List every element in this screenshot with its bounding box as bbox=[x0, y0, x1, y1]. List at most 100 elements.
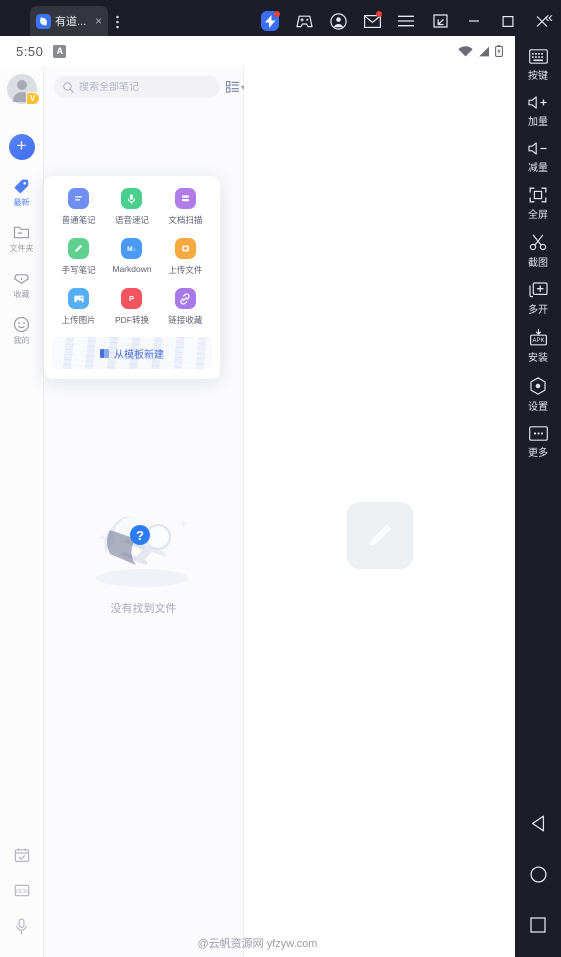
new-note-label: 上传文件 bbox=[168, 265, 203, 275]
sidebar-item-label: 收藏 bbox=[13, 290, 30, 299]
new-note-grid: 普通笔记 语音速记 文档扫描 手写笔记 M↓ Markdown 上传文件 上传图… bbox=[52, 188, 212, 326]
new-note-popover: 普通笔记 语音速记 文档扫描 手写笔记 M↓ Markdown 上传文件 上传图… bbox=[44, 176, 220, 379]
new-note-label: 链接收藏 bbox=[168, 315, 203, 325]
mail-icon[interactable] bbox=[363, 11, 382, 30]
new-note-plain[interactable]: 普通笔记 bbox=[52, 188, 105, 226]
signal-icon bbox=[478, 46, 490, 57]
boost-icon[interactable] bbox=[261, 11, 280, 31]
tool-volume-up[interactable]: 加量 bbox=[515, 95, 561, 128]
search-icon bbox=[63, 81, 74, 93]
tool-screenshot[interactable]: 截图 bbox=[515, 234, 561, 269]
sidebar-item-folder[interactable]: 文件夹 bbox=[0, 224, 44, 254]
phone-screen: 5:50 A V + 最新 文件夹 收藏 我的 OCR 搜索全部笔记 ▾ 普通笔… bbox=[0, 36, 515, 957]
emulator-titlebar: 有道... × bbox=[0, 0, 561, 36]
vertical-dots-icon[interactable] bbox=[116, 15, 126, 29]
account-icon[interactable] bbox=[329, 12, 347, 30]
avatar[interactable]: V bbox=[6, 74, 40, 105]
note-icon bbox=[68, 188, 90, 209]
new-note-handwriting[interactable]: 手写笔记 bbox=[52, 238, 105, 276]
note-list-panel: ▾ 普通笔记 bbox=[44, 66, 245, 957]
empty-search-illustration: ? bbox=[84, 496, 204, 592]
android-recents-button[interactable] bbox=[530, 917, 546, 933]
tool-label: 按键 bbox=[528, 71, 548, 82]
android-nav-buttons bbox=[529, 815, 547, 957]
sidebar-item-label: 我的 bbox=[13, 336, 30, 345]
tool-label: 减量 bbox=[528, 163, 548, 174]
calendar-icon[interactable] bbox=[14, 847, 30, 863]
tool-install-apk[interactable]: APK 安装 bbox=[515, 329, 561, 364]
note-editor-panel bbox=[244, 66, 515, 957]
new-note-button[interactable]: + bbox=[8, 134, 35, 160]
sidebar-item-mine[interactable]: 我的 bbox=[0, 316, 44, 346]
tool-fullscreen[interactable]: 全屏 bbox=[515, 187, 561, 221]
diamond-icon bbox=[13, 270, 30, 287]
ocr-icon[interactable]: OCR bbox=[14, 883, 30, 898]
input-method-icon: A bbox=[53, 44, 67, 58]
sidebar-item-latest[interactable]: 最新 bbox=[0, 178, 44, 208]
close-icon[interactable]: × bbox=[95, 15, 102, 27]
tool-label: 全屏 bbox=[528, 210, 548, 221]
svg-text:OCR: OCR bbox=[16, 889, 28, 895]
android-home-button[interactable] bbox=[529, 866, 547, 883]
tool-label: 安装 bbox=[528, 353, 548, 364]
upload-image-icon bbox=[68, 288, 90, 309]
new-note-label: 上传图片 bbox=[61, 315, 96, 325]
new-note-upload-file[interactable]: 上传文件 bbox=[159, 238, 212, 276]
mail-badge bbox=[376, 11, 382, 17]
search-input[interactable] bbox=[79, 81, 211, 93]
new-note-label: PDF转换 bbox=[114, 315, 149, 325]
link-icon bbox=[174, 288, 196, 309]
tool-label: 更多 bbox=[528, 448, 548, 459]
new-note-markdown[interactable]: M↓ Markdown bbox=[105, 238, 158, 276]
tool-keyboard[interactable]: 按键 bbox=[515, 49, 561, 82]
new-note-upload-image[interactable]: 上传图片 bbox=[52, 288, 105, 326]
new-from-template-button[interactable]: 从模板新建 bbox=[52, 337, 212, 369]
folder-icon bbox=[13, 224, 30, 241]
android-back-button[interactable] bbox=[530, 815, 546, 832]
sidebar-item-label: 文件夹 bbox=[9, 244, 34, 253]
list-view-button[interactable]: ▾ bbox=[226, 81, 245, 93]
search-input-wrap[interactable] bbox=[54, 76, 220, 98]
new-note-pdf[interactable]: P PDF转换 bbox=[105, 288, 158, 326]
sidebar-item-favorites[interactable]: 收藏 bbox=[0, 270, 44, 300]
new-note-voice[interactable]: 语音速记 bbox=[105, 188, 158, 226]
tool-settings[interactable]: 设置 bbox=[515, 377, 561, 413]
boost-badge bbox=[274, 11, 280, 17]
youdao-favicon-icon bbox=[36, 13, 51, 29]
upload-file-icon bbox=[174, 238, 196, 259]
new-from-template-label: 从模板新建 bbox=[114, 349, 164, 361]
battery-charging-icon bbox=[495, 45, 503, 57]
browser-tab-youdao[interactable]: 有道... × bbox=[30, 6, 108, 36]
tag-icon bbox=[13, 178, 30, 195]
svg-text:P: P bbox=[129, 294, 134, 303]
vip-badge: V bbox=[25, 92, 40, 105]
tool-label: 设置 bbox=[528, 402, 548, 413]
tool-more[interactable]: 更多 bbox=[515, 426, 561, 459]
pdf-icon: P bbox=[121, 288, 143, 309]
screenshot-icon[interactable] bbox=[431, 12, 449, 30]
new-note-link[interactable]: 链接收藏 bbox=[159, 288, 212, 326]
status-indicators bbox=[458, 45, 503, 57]
svg-text:APK: APK bbox=[532, 338, 544, 344]
editor-placeholder bbox=[346, 502, 413, 569]
new-note-label: 文档扫描 bbox=[168, 215, 203, 225]
titlebar-actions bbox=[261, 11, 561, 31]
gamepad-icon[interactable] bbox=[295, 12, 313, 30]
hamburger-menu-icon[interactable] bbox=[397, 12, 415, 30]
status-clock: 5:50 bbox=[16, 43, 44, 59]
tool-multi-instance[interactable]: 多开 bbox=[515, 282, 561, 316]
new-note-label: 普通笔记 bbox=[61, 215, 96, 225]
app-left-rail: V + 最新 文件夹 收藏 我的 OCR bbox=[0, 66, 44, 957]
minimize-button[interactable] bbox=[465, 12, 483, 30]
template-icon bbox=[100, 348, 109, 358]
new-note-label: 语音速记 bbox=[114, 215, 149, 225]
wifi-icon bbox=[458, 45, 473, 57]
smiley-icon bbox=[13, 316, 30, 333]
tool-label: 加量 bbox=[528, 117, 548, 128]
maximize-button[interactable] bbox=[499, 12, 517, 30]
microphone-icon[interactable] bbox=[15, 918, 28, 935]
collapse-toolbar-button[interactable]: « bbox=[545, 6, 553, 30]
new-note-scan[interactable]: 文档扫描 bbox=[159, 188, 212, 226]
emulator-toolbar: « 按键 加量 减量 全屏 截图 多开 APK 安装 设置 更多 bbox=[515, 9, 561, 957]
tool-volume-down[interactable]: 减量 bbox=[515, 141, 561, 174]
